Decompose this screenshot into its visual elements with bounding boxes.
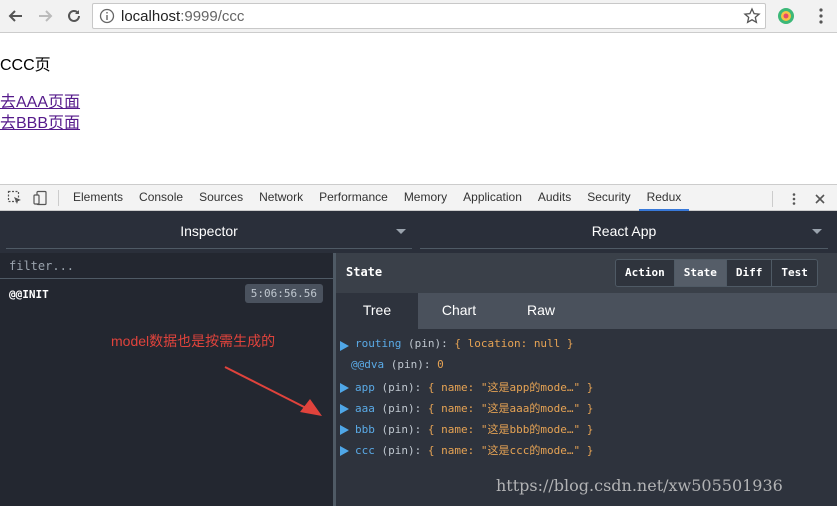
- mode-action-button[interactable]: Action: [616, 260, 675, 286]
- tree-value: { name: "这是ccc的mode…" }: [427, 444, 594, 457]
- action-timestamp: 5:06:56.56: [244, 284, 323, 303]
- redux-header: Inspector React App: [0, 211, 837, 253]
- tree-meta: (pin):: [374, 423, 428, 436]
- tree-node-routing[interactable]: routing (pin): { location: null }: [336, 337, 574, 357]
- monitor-selector-label: Inspector: [180, 223, 238, 239]
- redux-devtools-panel: Inspector React App filter... @@INIT 5:0…: [0, 211, 837, 506]
- tree-value: { location: null }: [454, 337, 574, 350]
- devtools-tabbar: Elements Console Sources Network Perform…: [0, 184, 837, 211]
- tree-meta: (pin):: [374, 444, 428, 457]
- forward-button[interactable]: [32, 3, 58, 29]
- info-icon[interactable]: [99, 8, 115, 24]
- tree-value: 0: [437, 358, 444, 371]
- action-list-pane: filter... @@INIT 5:06:56.56 model数据也是按需生…: [0, 253, 333, 506]
- annotation-text: model数据也是按需生成的: [111, 333, 276, 349]
- instance-selector-label: React App: [591, 223, 657, 239]
- tab-sources[interactable]: Sources: [191, 184, 251, 211]
- tab-raw[interactable]: Raw: [500, 293, 582, 329]
- url-text: localhost:9999/ccc: [121, 7, 245, 25]
- tab-elements[interactable]: Elements: [65, 184, 131, 211]
- devtools-controls: [766, 185, 837, 212]
- chevron-down-icon: [812, 229, 822, 234]
- back-button[interactable]: [3, 3, 29, 29]
- expand-triangle-icon[interactable]: [340, 446, 349, 456]
- browser-menu-icon[interactable]: [812, 7, 830, 25]
- tree-key: bbb: [355, 423, 375, 436]
- instance-selector[interactable]: React App: [420, 219, 828, 249]
- tree-key: app: [355, 381, 375, 394]
- tree-meta: (pin):: [374, 381, 428, 394]
- reload-icon: [68, 9, 80, 22]
- inspector-title: State: [346, 265, 383, 279]
- expand-triangle-icon[interactable]: [340, 383, 349, 393]
- action-filter-input[interactable]: filter...: [0, 253, 333, 279]
- forward-arrow-icon: [39, 10, 53, 22]
- tree-key: aaa: [355, 402, 375, 415]
- page-title: CCC页: [0, 57, 51, 74]
- tree-meta: (pin):: [401, 337, 455, 350]
- tab-network[interactable]: Network: [251, 184, 311, 211]
- tab-tree[interactable]: Tree: [336, 293, 418, 329]
- toolbar-divider: [58, 189, 59, 206]
- close-devtools-icon[interactable]: [809, 188, 831, 210]
- view-tabs: Tree Chart Raw: [336, 293, 837, 329]
- expand-triangle-icon[interactable]: [340, 404, 349, 414]
- extension-icon[interactable]: [776, 6, 796, 26]
- tree-node-dva[interactable]: @@dva (pin): 0: [336, 358, 444, 378]
- tree-value: { name: "这是bbb的mode…" }: [427, 423, 594, 436]
- expand-triangle-icon[interactable]: [340, 425, 349, 435]
- tree-node-app[interactable]: app (pin): { name: "这是app的mode…" }: [336, 379, 593, 399]
- tree-value: { name: "这是aaa的mode…" }: [427, 402, 594, 415]
- annotation-arrow-icon: [224, 366, 322, 416]
- tree-meta: (pin):: [384, 358, 438, 371]
- tree-meta: (pin):: [374, 402, 428, 415]
- tab-redux[interactable]: Redux: [638, 184, 690, 211]
- inspector-pane: State Action State Diff Test Tree Chart …: [336, 253, 837, 506]
- toolbar-divider: [772, 190, 773, 207]
- address-bar[interactable]: localhost:9999/ccc: [92, 3, 766, 29]
- tab-application[interactable]: Application: [455, 184, 530, 211]
- tab-console[interactable]: Console: [131, 184, 191, 211]
- link-bbb-page[interactable]: 去BBB页面: [0, 109, 80, 133]
- chevron-down-icon: [396, 229, 406, 234]
- monitor-selector[interactable]: Inspector: [6, 219, 412, 249]
- inspector-mode-group: Action State Diff Test: [615, 259, 818, 287]
- tab-memory[interactable]: Memory: [396, 184, 455, 211]
- mode-state-button[interactable]: State: [674, 260, 727, 286]
- watermark: https://blog.csdn.net/xw505501936: [496, 476, 783, 495]
- bookmark-star-icon[interactable]: [743, 7, 761, 25]
- back-arrow-icon: [8, 10, 22, 22]
- inspect-element-icon[interactable]: [4, 187, 26, 209]
- tree-node-ccc[interactable]: ccc (pin): { name: "这是ccc的mode…" }: [336, 442, 593, 462]
- tab-audits[interactable]: Audits: [530, 184, 579, 211]
- reload-button[interactable]: [61, 3, 87, 29]
- expand-triangle-icon[interactable]: [340, 341, 349, 351]
- tab-performance[interactable]: Performance: [311, 184, 396, 211]
- tab-security[interactable]: Security: [579, 184, 638, 211]
- tree-key: ccc: [355, 444, 375, 457]
- devtools-menu-icon[interactable]: [783, 188, 805, 210]
- tab-chart[interactable]: Chart: [418, 293, 500, 329]
- mode-diff-button[interactable]: Diff: [726, 260, 773, 286]
- browser-toolbar: localhost:9999/ccc: [0, 0, 837, 33]
- mode-test-button[interactable]: Test: [772, 260, 817, 286]
- action-item[interactable]: @@INIT 5:06:56.56: [0, 280, 333, 308]
- tree-node-aaa[interactable]: aaa (pin): { name: "这是aaa的mode…" }: [336, 400, 593, 420]
- tree-key: routing: [355, 337, 402, 350]
- page-content: CCC页 去AAA页面 去BBB页面: [0, 34, 837, 184]
- inspector-header: State Action State Diff Test: [336, 253, 837, 293]
- action-name: @@INIT: [9, 288, 49, 301]
- tree-value: { name: "这是app的mode…" }: [427, 381, 594, 394]
- tree-node-bbb[interactable]: bbb (pin): { name: "这是bbb的mode…" }: [336, 421, 593, 441]
- tree-key: @@dva: [351, 358, 385, 371]
- device-toolbar-icon[interactable]: [30, 187, 52, 209]
